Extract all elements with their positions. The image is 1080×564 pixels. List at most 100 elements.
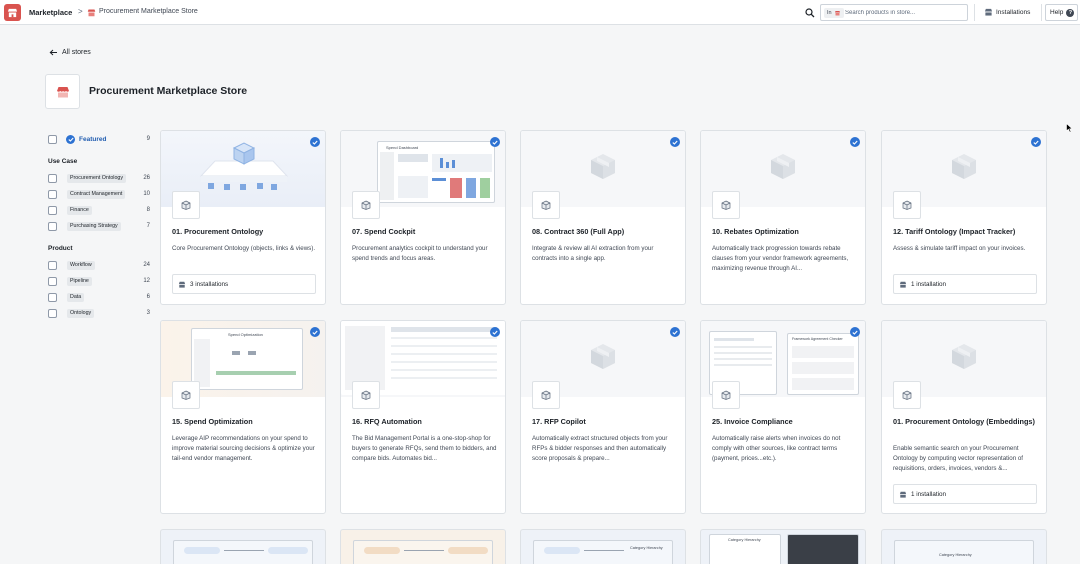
package-icon [712, 191, 740, 219]
filter-tag: Finance [67, 205, 92, 215]
optimization-preview-image: Spend Optimization [191, 328, 303, 390]
product-card[interactable]: 01. Procurement Ontology Core Procuremen… [160, 130, 326, 305]
filter-tag: Procurement Ontology [67, 173, 126, 183]
filter-count: 6 [146, 294, 150, 300]
package-icon [893, 381, 921, 409]
marketplace-logo-icon[interactable] [4, 4, 21, 21]
featured-label: Featured [79, 135, 107, 143]
filter-checkbox[interactable] [48, 260, 57, 270]
card-description: Automatically raise alerts when invoices… [712, 435, 841, 462]
installations-chip[interactable]: 1 installation [893, 484, 1037, 504]
filter-count: 8 [146, 207, 150, 213]
installations-label: Installations [996, 8, 1031, 16]
filter-checkbox[interactable] [48, 276, 57, 286]
installations-icon [984, 8, 993, 16]
filter-checkbox[interactable] [48, 173, 57, 183]
card-title: 07. Spend Cockpit [352, 227, 416, 236]
product-card[interactable]: 10. Rebates Optimization Automatically t… [700, 130, 866, 305]
product-card[interactable]: 16. RFQ Automation The Bid Management Po… [340, 320, 506, 514]
installations-count: 3 installations [190, 280, 229, 288]
filter-count: 3 [146, 310, 150, 316]
card-description: Leverage AIP recommendations on your spe… [172, 435, 315, 462]
hierarchy-preview-image: Category Hierarchy [894, 540, 1034, 564]
preview-title: Spend Dashboard [386, 145, 419, 150]
product-card[interactable]: Category Hierarchy [700, 529, 866, 564]
verified-icon [310, 327, 320, 337]
filter-product-pipeline[interactable]: Pipeline 12 [48, 276, 150, 286]
product-card[interactable]: 01. Procurement Ontology (Embeddings) En… [881, 320, 1047, 514]
product-card[interactable]: 12. Tariff Ontology (Impact Tracker) Ass… [881, 130, 1047, 305]
card-title: 08. Contract 360 (Full App) [532, 227, 625, 236]
filter-checkbox[interactable] [48, 292, 57, 302]
product-card[interactable]: 08. Contract 360 (Full App) Integrate & … [520, 130, 686, 305]
search-scope-tag[interactable]: In [824, 8, 844, 18]
filter-tag: Ontology [67, 308, 95, 318]
all-stores-back-link[interactable]: All stores [49, 49, 91, 56]
breadcrumb-store[interactable]: Procurement Marketplace Store [99, 8, 198, 15]
filter-tag: Pipeline [67, 276, 92, 286]
product-card[interactable]: Spend Optimization 15. Spend Optimizatio… [160, 320, 326, 514]
verified-icon [310, 137, 320, 147]
package-icon [712, 381, 740, 409]
store-icon [87, 9, 96, 17]
filter-checkbox[interactable] [48, 205, 57, 215]
filter-product-data[interactable]: Data 6 [48, 292, 150, 302]
search-icon[interactable] [803, 6, 817, 19]
filter-count: 7 [146, 223, 150, 229]
filter-use-case-finance[interactable]: Finance 8 [48, 205, 150, 215]
search-input[interactable] [845, 7, 963, 19]
preview-title: Framework Agreement Checker [792, 337, 843, 341]
filter-checkbox[interactable] [48, 221, 57, 231]
help-button[interactable]: Help ? [1045, 4, 1078, 21]
card-title: 15. Spend Optimization [172, 417, 253, 426]
flow-preview-image [173, 540, 313, 564]
breadcrumb-separator: > [78, 7, 83, 16]
search-scope-label: In [827, 10, 832, 16]
installations-chip[interactable]: 1 installation [893, 274, 1037, 294]
search-field[interactable]: In [820, 4, 968, 21]
verified-icon [66, 134, 75, 144]
package-placeholder-icon [591, 154, 615, 179]
card-description: Automatically extract structured objects… [532, 435, 668, 462]
filter-checkbox[interactable] [48, 189, 57, 199]
use-case-title: Use Case [48, 158, 78, 165]
dark-preview-image [787, 534, 859, 564]
divider [974, 4, 975, 21]
breadcrumb-marketplace[interactable]: Marketplace [29, 8, 72, 17]
back-link-label: All stores [62, 49, 91, 56]
product-card[interactable] [160, 529, 326, 564]
filter-use-case-contract-management[interactable]: Contract Management 10 [48, 189, 150, 199]
filter-tag: Data [67, 292, 85, 302]
installations-icon [899, 281, 907, 288]
package-placeholder-icon [952, 344, 976, 369]
hierarchy-preview-image: Category Hierarchy [533, 540, 673, 564]
filter-use-case-purchasing-strategy[interactable]: Purchasing Strategy 7 [48, 221, 150, 231]
top-bar: Marketplace > Procurement Marketplace St… [0, 0, 1080, 25]
product-card[interactable]: Category Hierarchy [520, 529, 686, 564]
filter-checkbox[interactable] [48, 308, 57, 318]
card-description: The Bid Management Portal is a one-stop-… [352, 435, 497, 462]
product-card[interactable]: 17. RFP Copilot Automatically extract st… [520, 320, 686, 514]
store-icon [834, 11, 840, 16]
installations-button[interactable]: Installations [981, 5, 1033, 19]
product-card[interactable]: Framework Agreement Checker 25. Invoice … [700, 320, 866, 514]
filter-count: 24 [143, 262, 150, 268]
filter-tag: Workflow [67, 260, 95, 270]
filter-tag: Purchasing Strategy [67, 221, 121, 231]
product-card[interactable]: Category Hierarchy [881, 529, 1047, 564]
filter-count: 12 [143, 278, 150, 284]
product-card[interactable]: Spend Dashboard 07. Spend Cockpit Procur… [340, 130, 506, 305]
installations-chip[interactable]: 3 installations [172, 274, 316, 294]
mouse-cursor-icon [1066, 123, 1073, 133]
featured-checkbox[interactable] [48, 134, 57, 144]
product-card[interactable] [340, 529, 506, 564]
store-logo [45, 74, 80, 109]
filter-product-workflow[interactable]: Workflow 24 [48, 260, 150, 270]
package-placeholder-icon [771, 154, 795, 179]
card-title: 01. Procurement Ontology [172, 227, 264, 236]
filter-product-ontology[interactable]: Ontology 3 [48, 308, 150, 318]
store-icon [56, 86, 69, 97]
filter-use-case-procurement-ontology[interactable]: Procurement Ontology 26 [48, 173, 150, 183]
filter-featured[interactable]: Featured 9 [48, 134, 150, 144]
card-title: 17. RFP Copilot [532, 417, 586, 426]
